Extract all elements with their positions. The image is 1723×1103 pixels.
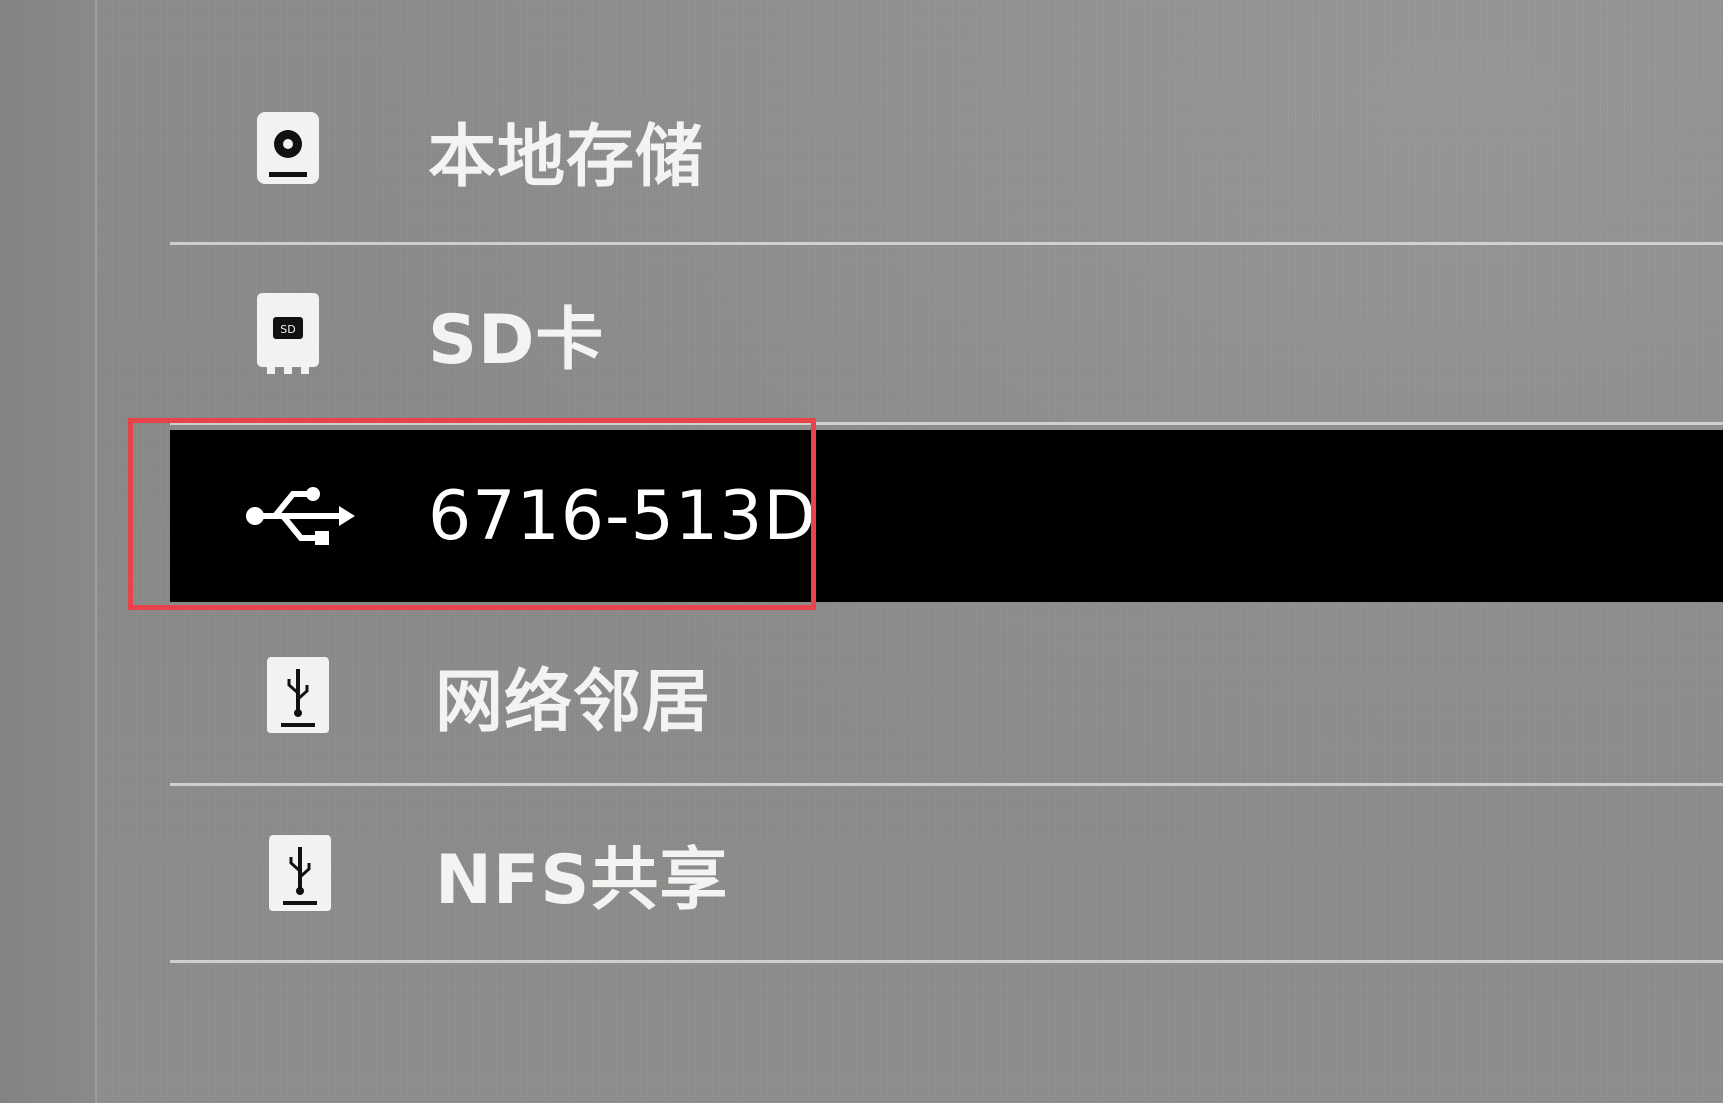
nfs-drive-icon bbox=[262, 833, 338, 913]
storage-item-label: 本地存储 bbox=[428, 117, 705, 197]
svg-text:SD: SD bbox=[280, 323, 295, 336]
storage-item-sd-card[interactable]: SD SD卡 bbox=[170, 248, 1723, 418]
divider bbox=[170, 960, 1723, 963]
network-drive-icon bbox=[260, 655, 336, 735]
storage-item-nfs[interactable]: NFS共享 bbox=[170, 788, 1723, 958]
storage-item-label: SD卡 bbox=[428, 300, 605, 380]
disk-icon bbox=[250, 110, 326, 190]
storage-item-network[interactable]: 网络邻居 bbox=[170, 610, 1723, 780]
storage-item-local[interactable]: 本地存储 bbox=[170, 65, 1723, 235]
sd-card-icon: SD bbox=[250, 293, 326, 374]
selection-highlight-box bbox=[128, 418, 816, 610]
storage-item-label: 网络邻居 bbox=[435, 662, 712, 742]
divider bbox=[170, 242, 1723, 245]
storage-item-label: NFS共享 bbox=[435, 840, 729, 920]
divider bbox=[170, 783, 1723, 786]
